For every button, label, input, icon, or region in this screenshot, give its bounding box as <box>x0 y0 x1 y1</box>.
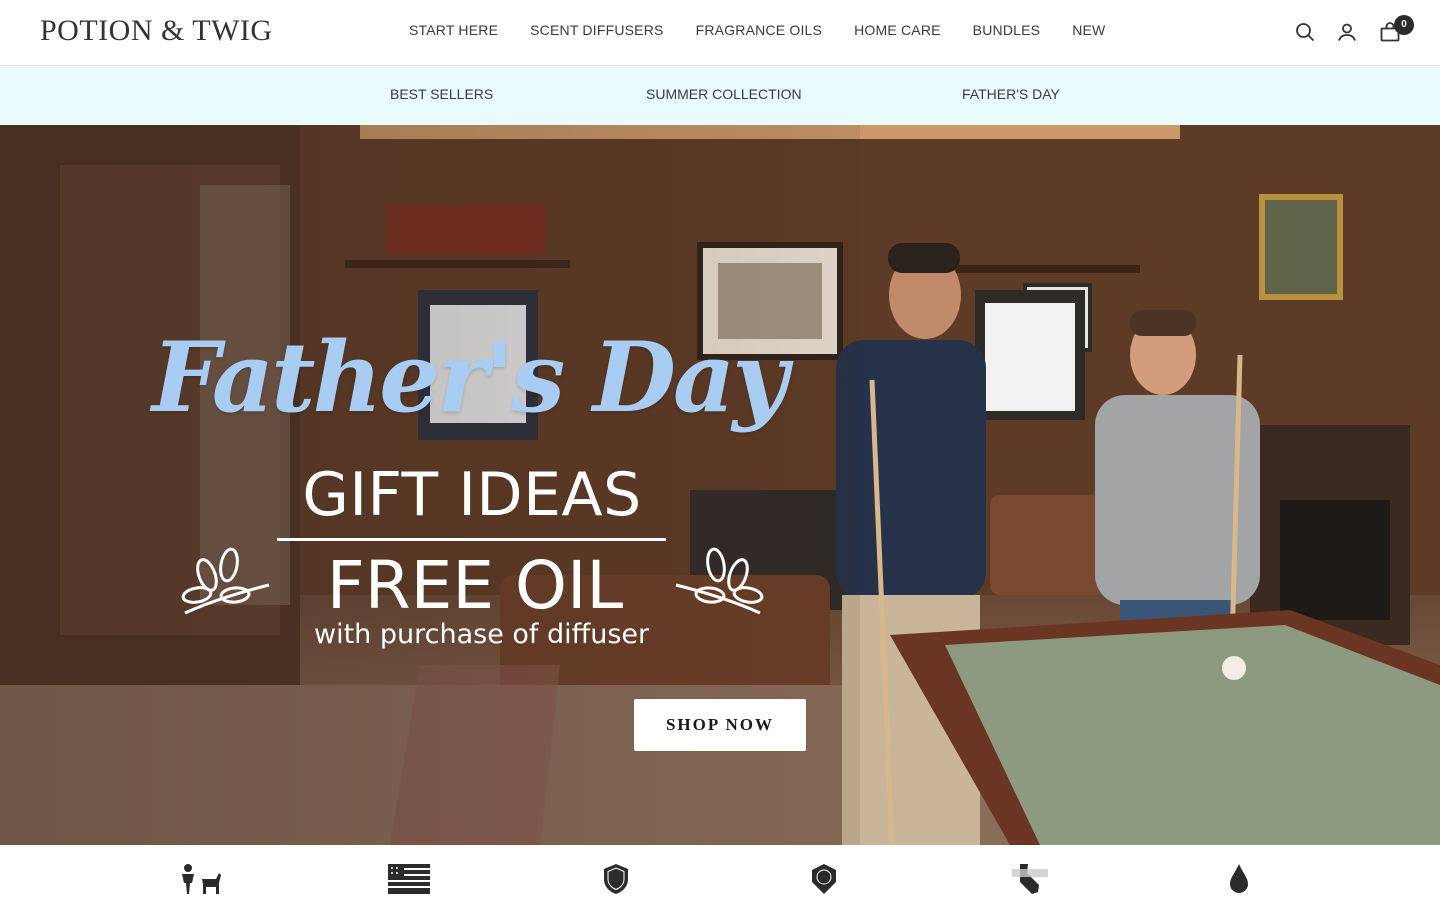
main-nav: START HERE SCENT DIFFUSERS FRAGRANCE OIL… <box>409 22 1105 38</box>
hero-offer-subtitle: with purchase of diffuser <box>314 619 650 650</box>
sub-nav: BEST SELLERS SUMMER COLLECTION FATHER'S … <box>0 66 1440 125</box>
nav-item-bundles[interactable]: BUNDLES <box>973 22 1041 38</box>
nav-item-fragrance-oils[interactable]: FRAGRANCE OILS <box>696 22 823 38</box>
hero-title-divider <box>277 538 666 541</box>
subnav-item-summer-collection[interactable]: SUMMER COLLECTION <box>646 86 802 102</box>
subnav-item-best-sellers[interactable]: BEST SELLERS <box>390 86 493 102</box>
user-icon[interactable] <box>1335 20 1359 44</box>
site-header: POTION & TWIG START HERE SCENT DIFFUSERS… <box>0 0 1440 66</box>
water-drop-icon <box>1230 864 1248 893</box>
nav-item-home-care[interactable]: HOME CARE <box>854 22 941 38</box>
trust-item-prop65 <box>950 863 1110 895</box>
hero-title: GIFT IDEAS <box>302 460 642 530</box>
california-prop65-icon <box>1012 864 1048 894</box>
hero-script-title: Father's Day <box>152 321 788 434</box>
ifra-badge-icon <box>812 864 836 894</box>
brand-logo[interactable]: POTION & TWIG <box>40 14 273 48</box>
trust-badges-bar <box>0 845 1440 900</box>
family-pet-icon <box>182 864 221 894</box>
search-icon[interactable] <box>1293 20 1317 44</box>
trust-item-american-flag <box>329 863 489 895</box>
nav-item-scent-diffusers[interactable]: SCENT DIFFUSERS <box>530 22 663 38</box>
laurel-left-icon <box>181 547 270 615</box>
laurel-right-icon <box>675 547 764 615</box>
subnav-item-fathers-day[interactable]: FATHER'S DAY <box>962 86 1060 102</box>
trust-item-ema <box>536 863 696 895</box>
cart-count-badge: 0 <box>1394 15 1414 35</box>
trust-item-ifra <box>744 863 904 895</box>
ema-shield-icon <box>604 864 628 894</box>
nav-item-start-here[interactable]: START HERE <box>409 22 498 38</box>
hero-offer: FREE OIL <box>326 547 624 624</box>
shop-now-button[interactable]: SHOP NOW <box>634 699 806 751</box>
trust-item-family-pet <box>120 863 280 895</box>
trust-item-pure <box>1159 863 1319 895</box>
american-flag-icon <box>388 864 430 894</box>
hero-banner[interactable]: Father's Day GIFT IDEAS FREE OIL with pu… <box>0 125 1440 845</box>
nav-item-new[interactable]: NEW <box>1072 22 1105 38</box>
